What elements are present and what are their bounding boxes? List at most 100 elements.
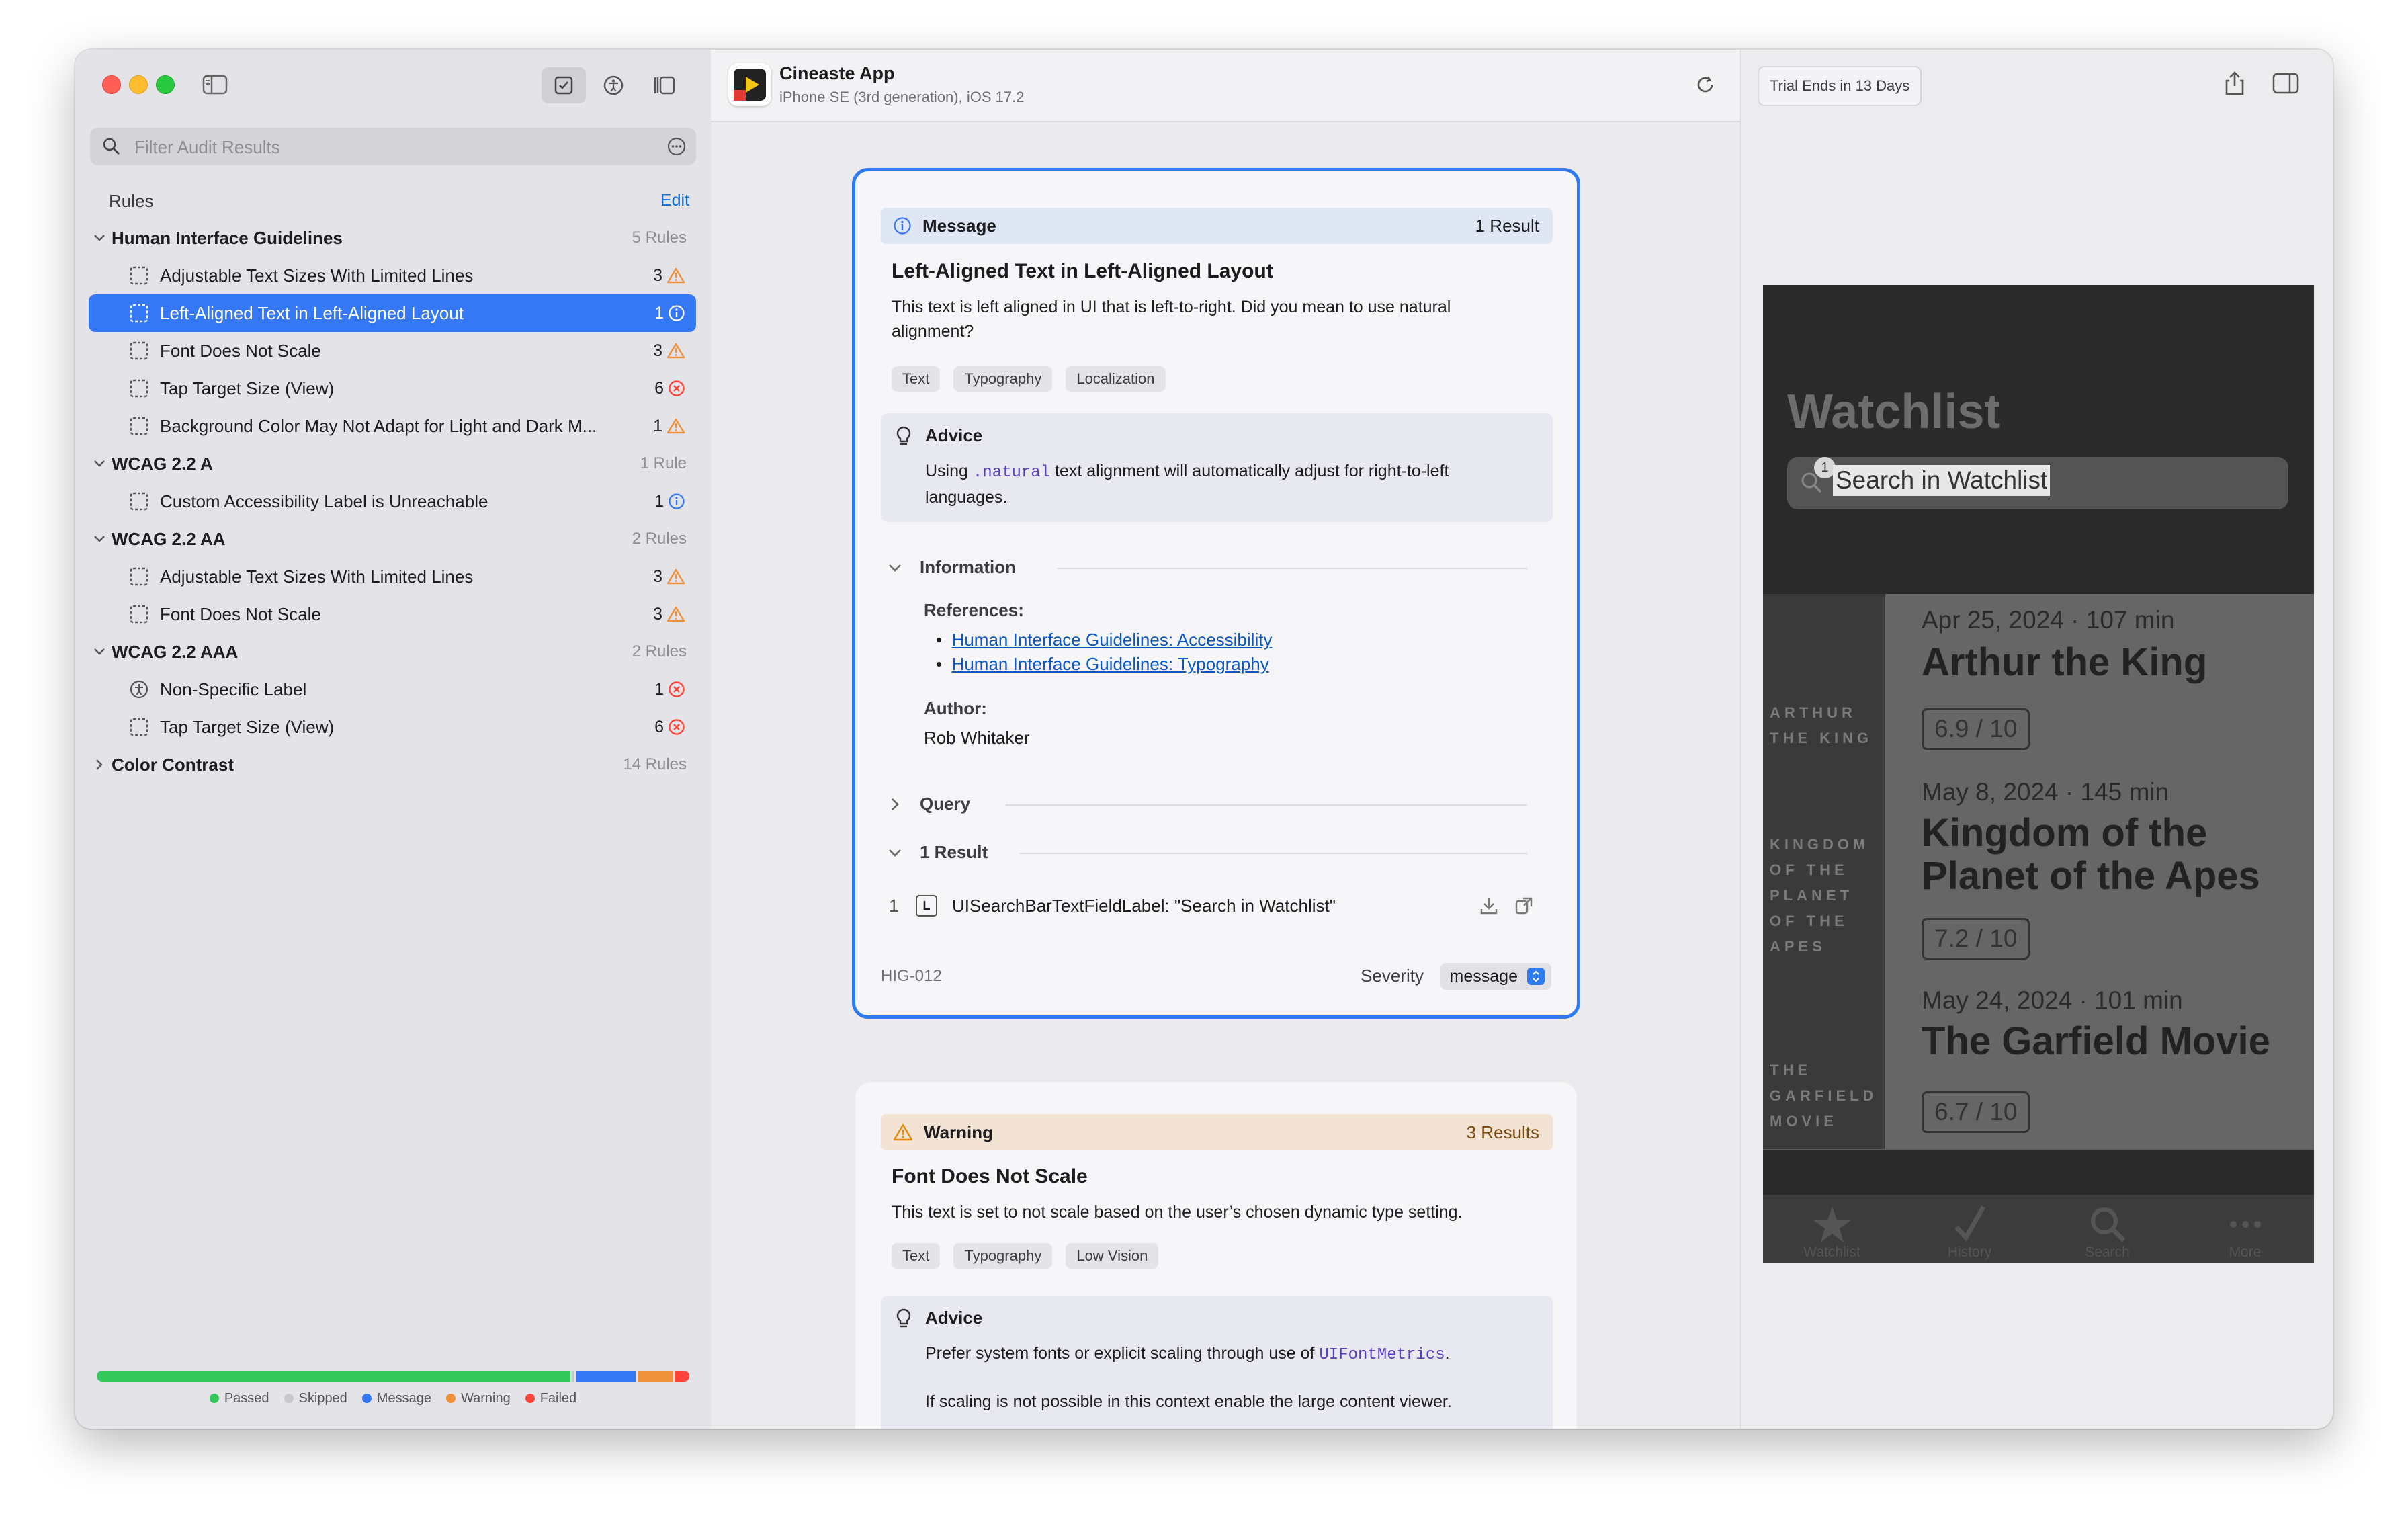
- label-element-icon: L: [916, 895, 937, 917]
- watchlist-search-bar[interactable]: 1 Search in Watchlist: [1787, 457, 2288, 509]
- divider: [1057, 568, 1527, 569]
- app-icon: [728, 63, 771, 106]
- query-label: Query: [920, 794, 971, 814]
- info-icon: [668, 304, 685, 322]
- movie-row[interactable]: ARTHUR THE KING Apr 25, 2024 · 107 min Art…: [1763, 594, 2314, 767]
- rule-square-icon: [128, 565, 150, 588]
- rule-item[interactable]: Font Does Not Scale 3: [89, 332, 696, 370]
- rule-group-row[interactable]: WCAG 2.2 AA 2 Rules: [89, 520, 696, 558]
- sidebar-toggle-icon[interactable]: [200, 71, 230, 98]
- rule-item-label: Tap Target Size (View): [160, 716, 335, 737]
- rule-group-name: WCAG 2.2 AAA: [112, 641, 239, 662]
- reference-link-accessibility[interactable]: Human Interface Guidelines: Accessibilit…: [952, 630, 1273, 650]
- warning-icon: [666, 417, 685, 435]
- minimize-window-button[interactable]: [129, 75, 148, 94]
- rules-section-label: Rules: [109, 191, 154, 211]
- refresh-icon[interactable]: [1693, 73, 1717, 100]
- checklist-icon[interactable]: [542, 67, 586, 103]
- rule-item-count: 3: [653, 605, 685, 624]
- status-segment-message: [574, 1371, 636, 1382]
- reference-link-typography[interactable]: Human Interface Guidelines: Typography: [952, 654, 1269, 674]
- rule-item[interactable]: Adjustable Text Sizes With Limited Lines…: [89, 257, 696, 294]
- lightbulb-icon: [894, 425, 913, 452]
- reference-item: • Human Interface Guidelines: Accessibil…: [936, 630, 1273, 650]
- rule-item-label: Font Does Not Scale: [160, 340, 321, 361]
- audit-result-card-warning[interactable]: Warning 3 Results Font Does Not Scale Th…: [855, 1082, 1577, 1429]
- tab-history[interactable]: History: [1901, 1195, 2038, 1263]
- severity-select[interactable]: message: [1440, 963, 1551, 990]
- filter-options-icon[interactable]: [666, 136, 687, 160]
- movie-row[interactable]: KINGDOM OF THE PLANET OF THE APES May 8, …: [1763, 766, 2314, 976]
- movie-rating: 7.2 / 10: [1922, 918, 2030, 960]
- separator-dot: ·: [2072, 986, 2095, 1014]
- rule-group-row[interactable]: WCAG 2.2 AAA 2 Rules: [89, 633, 696, 671]
- chevron-right-icon[interactable]: [91, 758, 108, 771]
- rule-item[interactable]: Tap Target Size (View) 6: [89, 370, 696, 407]
- legend-dot: [284, 1394, 294, 1403]
- rule-item-count: 1: [653, 417, 685, 436]
- tab-search[interactable]: Search: [2038, 1195, 2176, 1263]
- rule-group-row[interactable]: Human Interface Guidelines 5 Rules: [89, 219, 696, 257]
- filter-input[interactable]: [133, 128, 646, 167]
- message-header: Message 1 Result: [881, 208, 1553, 244]
- rule-item-count-value: 3: [653, 604, 662, 624]
- query-disclosure[interactable]: Query: [885, 794, 970, 814]
- result-index: 1: [889, 895, 899, 916]
- preview-pane: Trial Ends in 13 Days Watchlist 1 Search…: [1740, 50, 2333, 1429]
- rule-square-icon: [128, 716, 150, 738]
- tab-more[interactable]: More: [2176, 1195, 2314, 1263]
- rule-item[interactable]: Left-Aligned Text in Left-Aligned Layout…: [89, 294, 696, 332]
- chevron-down-icon[interactable]: [91, 647, 108, 656]
- edit-rules-button[interactable]: Edit: [660, 191, 689, 210]
- rule-title: Left-Aligned Text in Left-Aligned Layout: [892, 260, 1273, 282]
- movie-meta: Apr 25, 2024 · 107 min: [1922, 606, 2174, 634]
- chevron-down-icon[interactable]: [91, 459, 108, 468]
- rule-item-count-value: 1: [653, 416, 662, 435]
- rule-square-icon: [128, 339, 150, 362]
- advice-label: Advice: [925, 1308, 983, 1328]
- movie-meta: May 8, 2024 · 145 min: [1922, 778, 2169, 806]
- rule-item[interactable]: Background Color May Not Adapt for Light…: [89, 407, 696, 445]
- device-preview: Watchlist 1 Search in Watchlist ARTHUR T…: [1763, 285, 2314, 1263]
- rule-item[interactable]: Adjustable Text Sizes With Limited Lines…: [89, 558, 696, 595]
- result-row[interactable]: 1 L UISearchBarTextFieldLabel: "Search i…: [889, 889, 1541, 923]
- poster-title-text: ARTHUR THE KING: [1770, 704, 1873, 747]
- movie-date: Apr 25, 2024: [1922, 606, 2064, 634]
- rule-square-icon: [128, 490, 150, 513]
- rule-item[interactable]: Tap Target Size (View) 6: [89, 708, 696, 746]
- rule-group-row[interactable]: Color Contrast 14 Rules: [89, 746, 696, 783]
- chevron-down-icon[interactable]: [91, 233, 108, 243]
- failed-icon: [668, 380, 685, 397]
- close-window-button[interactable]: [102, 75, 121, 94]
- search-icon: [2086, 1204, 2129, 1244]
- rule-item[interactable]: Non-Specific Label 1: [89, 671, 696, 708]
- open-in-hierarchy-icon[interactable]: [1514, 896, 1534, 921]
- movie-poster: ARTHUR THE KING: [1763, 594, 1885, 766]
- audit-result-card-message[interactable]: Message 1 Result Left-Aligned Text in Le…: [852, 168, 1580, 1019]
- rule-item-count-value: 3: [653, 566, 662, 586]
- download-icon[interactable]: [1479, 896, 1499, 921]
- inspector-sidebar-icon[interactable]: [2272, 73, 2299, 97]
- rule-item[interactable]: Custom Accessibility Label is Unreachabl…: [89, 482, 696, 520]
- chevron-down-icon[interactable]: [91, 534, 108, 544]
- tab-label: More: [2229, 1244, 2262, 1260]
- legend-item: Message: [361, 1391, 431, 1406]
- inspector-toggle-icon[interactable]: [649, 70, 680, 101]
- poster-title-text: KINGDOM OF THE PLANET OF THE APES: [1770, 836, 1870, 955]
- trial-badge[interactable]: Trial Ends in 13 Days: [1758, 66, 1922, 106]
- zoom-window-button[interactable]: [156, 75, 175, 94]
- result-text: UISearchBarTextFieldLabel: "Search in Wa…: [952, 895, 1336, 916]
- movie-date: May 24, 2024: [1922, 986, 2073, 1014]
- rule-tags: Text Typography Localization: [892, 366, 1166, 392]
- information-disclosure[interactable]: Information: [885, 557, 1016, 578]
- rule-item-label: Custom Accessibility Label is Unreachabl…: [160, 491, 488, 511]
- accessibility-icon[interactable]: [598, 70, 629, 101]
- movie-row[interactable]: THE GARFIELD MOVIE May 24, 2024 · 101 min…: [1763, 974, 2314, 1150]
- rule-group-row[interactable]: WCAG 2.2 A 1 Rule: [89, 445, 696, 482]
- rule-group-count: 5 Rules: [632, 228, 687, 247]
- share-icon[interactable]: [2223, 70, 2247, 100]
- rule-item[interactable]: Font Does Not Scale 3: [89, 595, 696, 633]
- rule-item-count-value: 1: [654, 303, 664, 323]
- results-disclosure[interactable]: 1 Result: [885, 842, 988, 863]
- tab-watchlist[interactable]: Watchlist: [1763, 1195, 1901, 1263]
